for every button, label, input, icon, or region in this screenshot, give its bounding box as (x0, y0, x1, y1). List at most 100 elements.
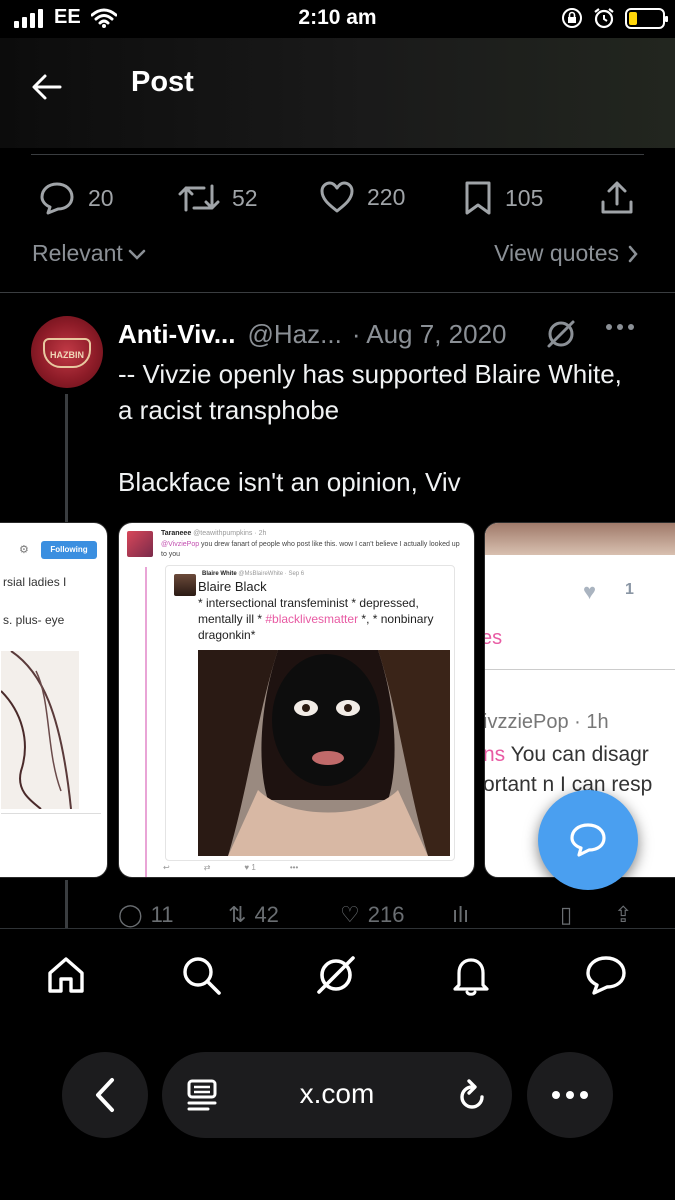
media-card-center[interactable]: Taraneee @teawithpumpkins · 2h @VivziePo… (118, 522, 475, 878)
repost-count: 52 (232, 184, 258, 211)
author-handle[interactable]: @Haz... (248, 319, 342, 350)
home-icon (48, 957, 84, 993)
reply-icon: ◯ (118, 902, 143, 927)
grok-icon (317, 956, 355, 994)
browser-toolbar: x.com (0, 1028, 675, 1200)
gear-icon: ⚙ (19, 544, 29, 556)
tweet-like-action[interactable]: ♡ 216 (340, 902, 404, 928)
reply-count: 20 (88, 184, 114, 211)
tweet-header: Anti-Viv... @Haz... · Aug 7, 2020 (118, 316, 635, 352)
quoted-tweet: Blaire White @MsBlaireWhite · Sep 6 Blai… (165, 565, 455, 861)
share-icon: ⇪ (614, 902, 633, 927)
chevron-right-icon (628, 245, 638, 262)
media-like-count: 1 (625, 581, 634, 598)
tab-notifications[interactable] (447, 951, 495, 999)
more-options-icon[interactable] (605, 322, 635, 332)
grok-icon[interactable] (545, 318, 577, 350)
tweet-reply-action[interactable]: ◯ 11 (118, 902, 173, 928)
tweet-like-count: 216 (367, 902, 405, 927)
divider (1, 813, 101, 814)
avatar-crest: HAZBIN (43, 338, 91, 368)
media-text-prefix: ns (484, 743, 506, 766)
media-handle: ivzziePop · 1h (484, 711, 609, 733)
repost-icon: ⇅ (228, 902, 247, 927)
reload-icon[interactable] (456, 1078, 488, 1112)
address-bar[interactable]: x.com (162, 1052, 512, 1138)
reply-stat[interactable]: 20 (38, 180, 114, 216)
media-card-left[interactable]: ⚙ Following rsial ladies I s. plus- eye (0, 522, 108, 878)
tab-grok[interactable] (312, 951, 360, 999)
quoted-author-handle: @MsBlaireWhite · Sep 6 (238, 571, 305, 577)
view-quotes-link[interactable]: View quotes (494, 240, 639, 267)
thread-line (65, 880, 68, 930)
engagement-stats: 20 52 220 105 (0, 176, 675, 224)
alarm-icon (594, 8, 614, 29)
bottom-tab-bar (0, 928, 675, 1028)
tweet-share-action[interactable]: ⇪ (614, 902, 632, 928)
relevant-label: Relevant (32, 240, 123, 266)
screenshot-mention: @VivziePop (161, 541, 200, 548)
browser-more-button[interactable] (527, 1052, 613, 1138)
thread-line (65, 394, 68, 522)
quoted-author-name: Blaire White (202, 571, 237, 577)
quoted-title: Blaire Black (198, 579, 267, 594)
tab-search[interactable] (177, 951, 225, 999)
heart-icon: ♥ (583, 579, 597, 604)
divider (485, 669, 675, 670)
reply-bubble-icon (570, 823, 606, 857)
tweet-reply-count: 11 (150, 902, 174, 927)
media-text: ns You can disagr (484, 743, 649, 767)
battery-icon (625, 7, 668, 29)
tweet-date[interactable]: · Aug 7, 2020 (352, 319, 507, 350)
messages-icon (586, 956, 626, 995)
relevant-sort-button[interactable]: Relevant (32, 240, 147, 267)
repost-icon (178, 184, 220, 212)
tab-messages[interactable] (582, 951, 630, 999)
media-text-body: You can disagr (505, 743, 649, 766)
divider (31, 154, 644, 155)
chevron-down-icon (128, 249, 146, 260)
screenshot-reply: @VivziePop you drew fanart of people who… (161, 540, 466, 560)
bell-icon (453, 958, 489, 996)
hashtag: #blacklivesmatter (265, 612, 359, 626)
screenshot-avatar (127, 531, 153, 557)
tweet-bookmark-action[interactable]: ▯ (560, 902, 572, 928)
heart-icon (320, 181, 354, 213)
avatar[interactable]: HAZBIN (31, 316, 103, 388)
heart-icon: ♡ (340, 902, 360, 927)
screenshot-like-count: 1 (251, 863, 256, 872)
tweet-repost-count: 42 (254, 902, 279, 927)
chevron-left-icon (96, 1078, 114, 1112)
portrait-photo (198, 650, 450, 856)
tweet-text-line: Blackface isn't an opinion, Viv (118, 467, 461, 497)
tweet-actions: ◯ 11 ⇅ 42 ♡ 216 ılı ▯ ⇪ (118, 900, 648, 930)
tweet-views-action[interactable]: ılı (452, 902, 469, 928)
bookmark-count: 105 (505, 184, 544, 211)
thread-line (145, 567, 147, 877)
repost-stat[interactable]: 52 (178, 180, 258, 216)
divider (0, 292, 675, 293)
screenshot-poster: Taraneee @teawithpumpkins · 2h (161, 530, 266, 537)
repost-icon: ⇄ (203, 863, 211, 872)
share-stat[interactable] (599, 180, 635, 216)
browser-back-button[interactable] (62, 1052, 148, 1138)
author-name[interactable]: Anti-Viv... (118, 319, 236, 350)
back-arrow-icon[interactable] (30, 70, 64, 104)
media-photo-strip (485, 523, 675, 555)
like-stat[interactable]: 220 (319, 180, 405, 214)
media-artwork (0, 650, 79, 810)
sort-row: Relevant View quotes (32, 238, 639, 274)
reply-icon: ↩ (163, 863, 170, 872)
like-count: 220 (367, 183, 406, 210)
compose-reply-button[interactable] (538, 790, 638, 890)
bookmark-stat[interactable]: 105 (463, 180, 543, 216)
tab-home[interactable] (42, 951, 90, 999)
following-button: Following (41, 541, 97, 559)
tweet-repost-action[interactable]: ⇅ 42 (228, 902, 279, 928)
reply-icon (40, 182, 74, 215)
bookmark-icon (465, 181, 491, 215)
more-options-icon: ••• (289, 863, 299, 872)
screenshot-poster-handle: @teawithpumpkins · 2h (193, 530, 267, 537)
orientation-lock-icon (562, 8, 582, 28)
screenshot-reply-text: you drew fanart of people who post like … (161, 541, 460, 558)
